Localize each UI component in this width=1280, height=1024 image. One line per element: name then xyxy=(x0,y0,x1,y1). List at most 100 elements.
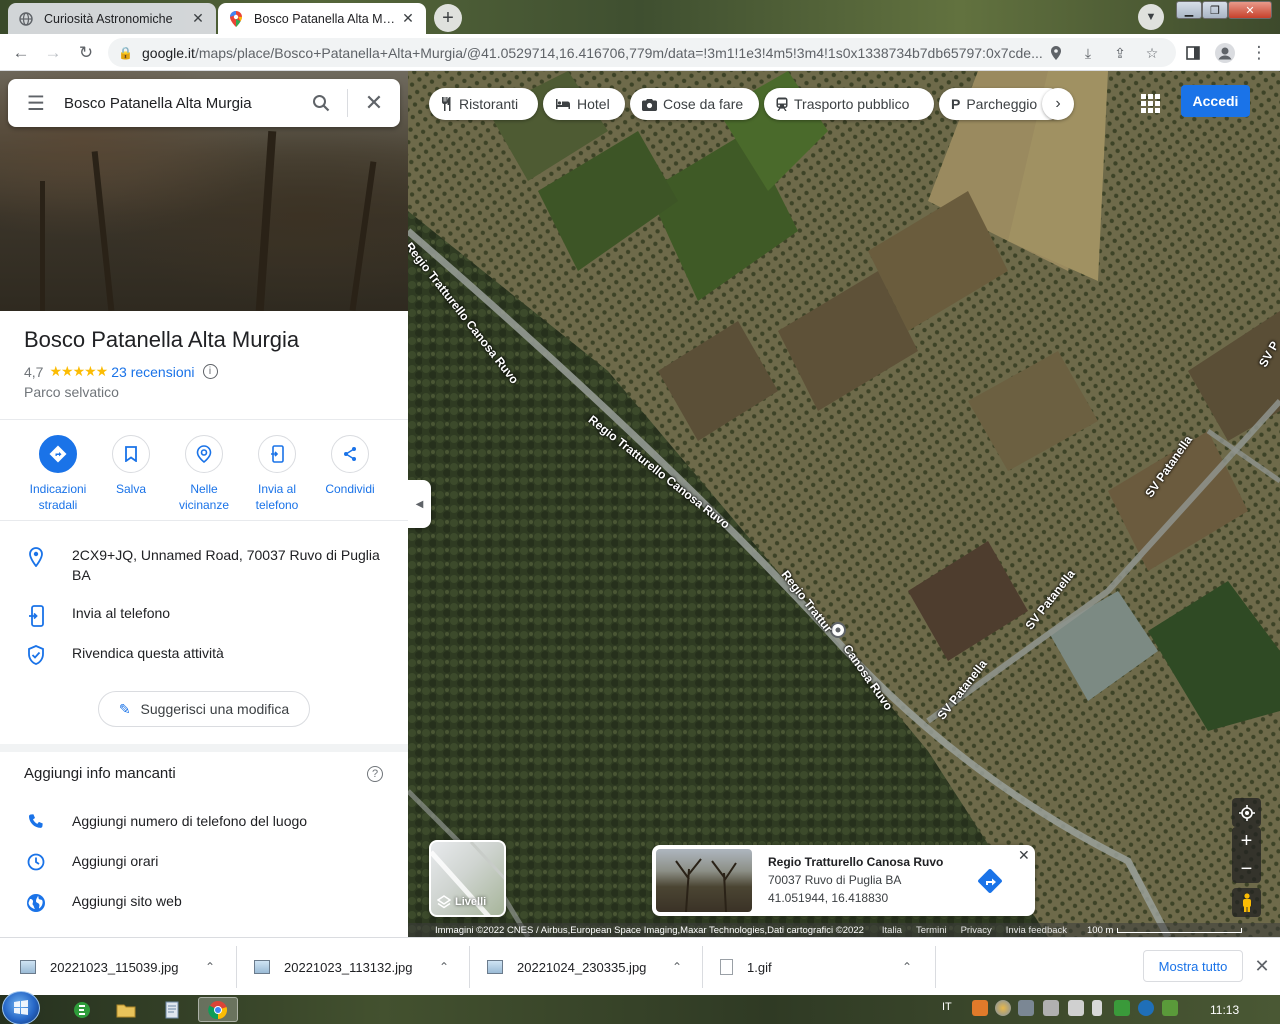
nearby-button[interactable]: Nelle vicinanze xyxy=(166,435,242,513)
google-apps-icon[interactable] xyxy=(1138,91,1162,115)
taskbar-app-icon[interactable] xyxy=(152,997,192,1022)
help-icon[interactable]: ? xyxy=(367,766,383,782)
window-minimize-button[interactable]: ▁ xyxy=(1176,1,1202,19)
tab-curiosita-astronomiche[interactable]: Curiosità Astronomiche ✕ xyxy=(8,3,216,34)
street-view-pegman-icon[interactable] xyxy=(1232,888,1261,917)
suggest-edit-button[interactable]: ✎ Suggerisci una modifica xyxy=(98,691,310,727)
taskbar-app-icon[interactable] xyxy=(62,997,102,1022)
url-text[interactable]: google.it/maps/place/Bosco+Patanella+Alt… xyxy=(142,45,1042,61)
collapse-panel-icon[interactable]: ◀ xyxy=(408,480,431,528)
taskbar-clock[interactable]: 11:13 xyxy=(1210,1003,1239,1017)
window-close-button[interactable]: ✕ xyxy=(1228,1,1272,19)
rating-stars-icon: ★★★★★ xyxy=(49,363,108,379)
share-icon xyxy=(331,435,369,473)
globe-icon xyxy=(0,891,72,913)
menu-icon[interactable]: ☰ xyxy=(8,79,64,127)
chevron-up-icon[interactable]: ⌃ xyxy=(434,960,454,974)
add-website-row[interactable]: Aggiungi sito web xyxy=(0,891,408,913)
lock-icon[interactable]: 🔒 xyxy=(118,46,133,60)
forward-arrow-icon[interactable]: → xyxy=(40,40,66,66)
volume-icon[interactable] xyxy=(1092,1000,1102,1016)
chrome-taskbar-icon[interactable] xyxy=(198,997,238,1022)
save-button[interactable]: Salva xyxy=(93,435,169,497)
tray-app-icon[interactable] xyxy=(1018,1000,1034,1016)
chip-label: Hotel xyxy=(577,96,610,112)
sign-in-button[interactable]: Accedi xyxy=(1181,85,1250,117)
satellite-map[interactable]: Regio Tratturello Canosa Ruvo Regio Trat… xyxy=(408,71,1280,937)
address-row[interactable]: 2CX9+JQ, Unnamed Road, 70037 Ruvo di Pug… xyxy=(0,545,408,585)
download-item[interactable]: 1.gif ⌃ xyxy=(700,938,917,996)
send-to-phone-row[interactable]: Invia al telefono xyxy=(0,603,408,627)
location-icon[interactable] xyxy=(1046,43,1066,63)
reviews-link[interactable]: 23 recensioni xyxy=(111,364,194,380)
place-category[interactable]: Parco selvatico xyxy=(24,384,119,400)
add-phone-row[interactable]: Aggiungi numero di telefono del luogo xyxy=(0,811,408,831)
zoom-out-button[interactable]: − xyxy=(1232,855,1261,883)
bookmark-star-icon[interactable]: ☆ xyxy=(1142,43,1162,63)
show-all-downloads-button[interactable]: Mostra tutto xyxy=(1143,950,1243,982)
share-button[interactable]: Condividi xyxy=(312,435,388,497)
tab-search-button[interactable]: ▼ xyxy=(1138,4,1164,30)
profile-avatar[interactable] xyxy=(1212,40,1238,66)
clear-search-icon[interactable]: ✕ xyxy=(354,79,394,127)
download-item[interactable]: 20221023_113132.jpg ⌃ xyxy=(234,938,454,996)
zoom-in-button[interactable]: + xyxy=(1232,827,1261,855)
directions-button[interactable]: Indicazioni stradali xyxy=(20,435,96,513)
link-feedback[interactable]: Invia feedback xyxy=(1006,925,1067,936)
tray-app-icon[interactable] xyxy=(1114,1000,1130,1016)
tray-app-icon[interactable] xyxy=(972,1000,988,1016)
share-page-icon[interactable]: ⇪ xyxy=(1110,43,1130,63)
add-hours-row[interactable]: Aggiungi orari xyxy=(0,851,408,871)
back-arrow-icon[interactable]: ← xyxy=(8,40,34,66)
location-info-card[interactable]: Regio Tratturello Canosa Ruvo 70037 Ruvo… xyxy=(652,845,1035,916)
file-explorer-icon[interactable] xyxy=(106,997,146,1022)
download-item[interactable]: 20221023_115039.jpg ⌃ xyxy=(0,938,220,996)
link-terms[interactable]: Termini xyxy=(916,925,947,936)
tab-bosco-patanella[interactable]: Bosco Patanella Alta Murgia ✕ xyxy=(218,3,426,34)
map-scale[interactable]: 100 m xyxy=(1077,925,1243,936)
windows-taskbar: IT 11:13 xyxy=(0,991,1280,1024)
close-downloads-icon[interactable]: ✕ xyxy=(1252,954,1272,978)
search-input[interactable] xyxy=(64,94,301,112)
directions-icon[interactable] xyxy=(976,867,1004,895)
chevron-up-icon[interactable]: ⌃ xyxy=(667,960,687,974)
tray-app-icon[interactable] xyxy=(1162,1000,1178,1016)
install-app-icon[interactable]: ⤓ xyxy=(1078,43,1098,63)
new-tab-button[interactable]: + xyxy=(434,4,462,32)
chevron-right-icon[interactable]: › xyxy=(1042,88,1074,120)
location-photo-thumbnail[interactable] xyxy=(656,849,752,912)
link-italia[interactable]: Italia xyxy=(882,925,902,936)
address-bar[interactable]: 🔒 google.it/maps/place/Bosco+Patanella+A… xyxy=(108,38,1176,67)
claim-business-row[interactable]: Rivendica questa attività xyxy=(0,643,408,665)
start-button[interactable] xyxy=(2,991,40,1024)
side-panel-icon[interactable] xyxy=(1180,40,1206,66)
link-privacy[interactable]: Privacy xyxy=(961,925,992,936)
tray-app-icon[interactable] xyxy=(1138,1000,1154,1016)
browser-menu-icon[interactable]: ⋮ xyxy=(1246,40,1272,66)
pencil-icon: ✎ xyxy=(118,700,131,717)
tray-app-icon[interactable] xyxy=(995,1000,1011,1016)
send-to-phone-icon xyxy=(258,435,296,473)
input-language[interactable]: IT xyxy=(942,1001,952,1013)
chip-things-to-do[interactable]: Cose da fare xyxy=(630,88,759,120)
chevron-up-icon[interactable]: ⌃ xyxy=(200,960,220,974)
close-tab-icon[interactable]: ✕ xyxy=(190,10,206,27)
chip-public-transport[interactable]: Trasporto pubblico xyxy=(764,88,934,120)
search-icon[interactable] xyxy=(301,79,341,127)
window-maximize-button[interactable]: ❐ xyxy=(1202,1,1228,19)
chevron-up-icon[interactable]: ⌃ xyxy=(897,960,917,974)
section-divider xyxy=(0,744,408,752)
directions-label: Indicazioni stradali xyxy=(29,482,87,512)
chip-hotel[interactable]: Hotel xyxy=(543,88,625,120)
close-card-icon[interactable]: ✕ xyxy=(1018,847,1030,864)
close-tab-icon[interactable]: ✕ xyxy=(400,10,416,27)
network-icon[interactable] xyxy=(1068,1000,1084,1016)
chip-restaurants[interactable]: Ristoranti xyxy=(429,88,538,120)
my-location-icon[interactable] xyxy=(1232,798,1261,827)
reload-icon[interactable]: ↻ xyxy=(73,40,99,66)
info-icon[interactable]: i xyxy=(202,364,218,379)
send-to-phone-button[interactable]: Invia al telefono xyxy=(239,435,315,513)
download-item[interactable]: 20221024_230335.jpg ⌃ xyxy=(467,938,687,996)
layers-button[interactable]: Livelli xyxy=(429,840,506,917)
tray-app-icon[interactable] xyxy=(1043,1000,1059,1016)
